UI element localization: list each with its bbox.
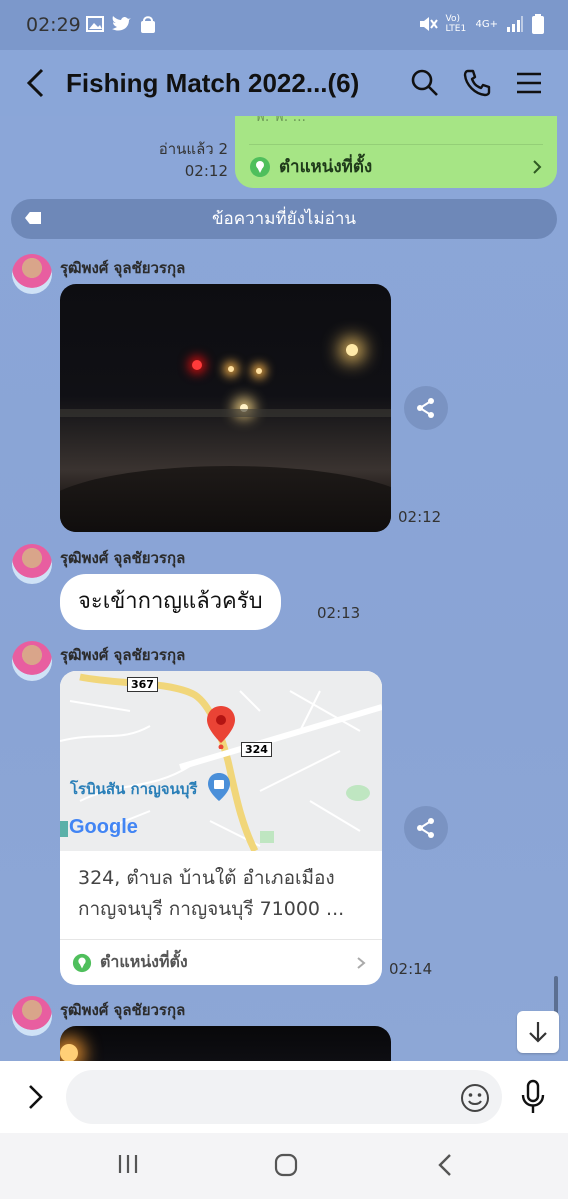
battery-icon <box>532 14 544 34</box>
share-icon <box>417 398 434 418</box>
recent-apps-icon[interactable] <box>117 1153 139 1175</box>
scrollbar[interactable] <box>554 976 558 1016</box>
location-footer[interactable]: ตำแหน่งที่ตั้ง <box>60 939 382 985</box>
location-pin-icon <box>72 953 92 972</box>
notification-icons <box>86 16 156 34</box>
message-time: 02:14 <box>389 960 433 978</box>
home-icon[interactable] <box>274 1153 298 1177</box>
photo-message[interactable] <box>60 1026 391 1061</box>
avatar[interactable] <box>12 996 52 1036</box>
sender-name: รุฒิพงศ์ จุลชัยวรกุล <box>60 549 186 567</box>
text-bubble[interactable]: จะเข้ากาญแล้วครับ <box>60 574 281 630</box>
message-input-bar <box>0 1061 568 1133</box>
network-label: 4G+ <box>475 18 499 30</box>
chat-title[interactable]: Fishing Match 2022...(6) <box>66 68 359 99</box>
sent-location-bubble[interactable]: ฟ. ฟ. ... ตำแหน่งที่ตั้ง <box>235 116 557 188</box>
share-button[interactable] <box>404 386 448 430</box>
avatar[interactable] <box>12 641 52 681</box>
search-icon[interactable] <box>410 68 440 98</box>
shop-icon <box>141 16 155 33</box>
location-cut-text: ฟ. ฟ. ... <box>255 116 306 125</box>
message-time: 02:12 <box>184 162 228 180</box>
system-nav-bar <box>0 1133 568 1199</box>
arrow-down-icon <box>529 1022 547 1043</box>
scroll-to-bottom-button[interactable] <box>517 1011 559 1053</box>
location-pin-icon <box>250 156 270 177</box>
location-label: ตำแหน่งที่ตั้ง <box>279 157 373 177</box>
chat-header: Fishing Match 2022...(6) <box>0 50 568 116</box>
menu-icon[interactable] <box>515 68 543 98</box>
sender-name: รุฒิพงศ์ จุลชัยวรกุล <box>60 259 186 277</box>
chevron-right-icon <box>533 159 542 174</box>
avatar[interactable] <box>12 544 52 584</box>
status-bar: 02:29 Vo) LTE1 4G+ <box>0 0 568 50</box>
mute-icon <box>419 17 438 31</box>
map-place-label: โรบินสัน กาญจนบุรี <box>70 780 198 798</box>
emoji-icon[interactable] <box>460 1083 490 1113</box>
road-shield: 367 <box>127 677 158 692</box>
map-image[interactable]: 367 324 โรบินสัน กาญจนบุรี Google <box>60 671 382 851</box>
road-shield: 324 <box>241 742 272 757</box>
phone-icon[interactable] <box>462 68 492 98</box>
share-button[interactable] <box>404 806 448 850</box>
unread-divider: ข้อความที่ยังไม่อ่าน <box>11 199 557 239</box>
back-nav-icon[interactable] <box>436 1153 456 1177</box>
photo-message[interactable] <box>60 284 391 532</box>
read-receipt: อ่านแล้ว 2 02:12 <box>159 138 228 182</box>
chat-area[interactable]: ฟ. ฟ. ... ตำแหน่งที่ตั้ง อ่านแล้ว 2 02:1… <box>0 116 568 1061</box>
sender-name: รุฒิพงศ์ จุลชัยวรกุล <box>60 646 186 664</box>
shopping-pin-icon <box>208 773 230 801</box>
system-status-icons: Vo) LTE1 4G+ <box>418 14 544 34</box>
message-time: 02:12 <box>398 508 442 526</box>
signal-icon <box>507 16 523 32</box>
map-pin-icon <box>207 706 235 749</box>
tag-icon <box>25 212 41 224</box>
google-logo: Google <box>69 816 138 838</box>
share-icon <box>417 818 434 838</box>
avatar[interactable] <box>12 254 52 294</box>
back-icon[interactable] <box>22 66 52 100</box>
chevron-right-icon[interactable] <box>24 1083 46 1111</box>
twitter-icon <box>112 16 131 31</box>
sender-name: รุฒิพงศ์ จุลชัยวรกุล <box>60 1001 186 1019</box>
location-label: ตำแหน่งที่ตั้ง <box>100 952 188 971</box>
microphone-icon[interactable] <box>520 1079 546 1115</box>
address-text: 324, ตำบล บ้านใต้ อำเภอเมือง กาญจนบุรี ก… <box>78 867 345 920</box>
status-time: 02:29 <box>26 14 81 36</box>
message-input[interactable] <box>66 1070 502 1124</box>
read-count: อ่านแล้ว 2 <box>158 140 228 158</box>
volte-label: Vo) LTE1 <box>445 14 467 34</box>
gallery-icon <box>86 16 104 32</box>
location-card[interactable]: 367 324 โรบินสัน กาญจนบุรี Google 324, ต… <box>60 671 382 985</box>
message-time: 02:13 <box>317 604 361 622</box>
unread-label: ข้อความที่ยังไม่อ่าน <box>211 209 357 229</box>
chevron-right-icon <box>357 956 366 969</box>
